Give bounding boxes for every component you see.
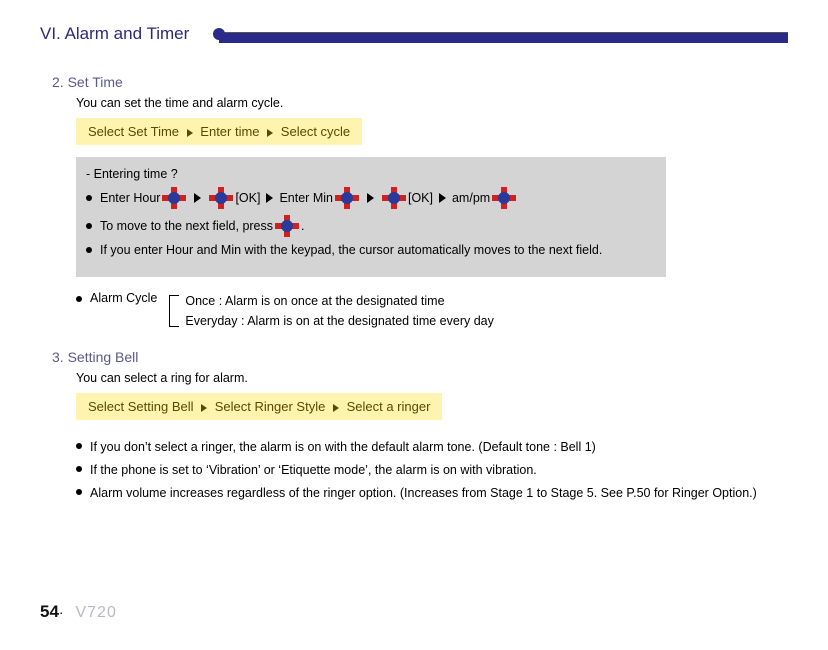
enter-sequence-row: Enter Hour [OK] Enter Min [OK] am/pm — [86, 187, 656, 209]
section-2-desc: You can set the time and alarm cycle. — [76, 96, 788, 110]
move-next-text-post: . — [301, 219, 304, 233]
bracket-icon — [169, 291, 181, 331]
alarm-cycle-label: Alarm Cycle — [90, 291, 157, 305]
section-3-desc: You can select a ring for alarm. — [76, 371, 788, 385]
path-step: Select Set Time — [88, 124, 179, 139]
bullet-icon — [76, 443, 82, 449]
cycle-everyday: Everyday : Alarm is on at the designated… — [185, 311, 494, 331]
chevron-right-icon — [187, 129, 193, 137]
move-next-text-pre: To move to the next field, press — [100, 219, 273, 233]
section-3-bullets: If you don’t select a ringer, the alarm … — [76, 438, 788, 502]
label-ampm: am/pm — [452, 191, 490, 205]
auto-move-row: If you enter Hour and Min with the keypa… — [86, 243, 656, 257]
header-rule — [219, 24, 788, 44]
label-ok: [OK] — [235, 191, 260, 205]
arrow-right-icon — [439, 193, 446, 203]
auto-move-text: If you enter Hour and Min with the keypa… — [100, 243, 602, 257]
path-step: Select Ringer Style — [215, 399, 326, 414]
chapter-title: VI. Alarm and Timer — [40, 24, 219, 44]
footer-separator: · — [59, 604, 64, 620]
bullet-text: If the phone is set to ‘Vibration’ or ‘E… — [90, 461, 788, 480]
label-enter-hour: Enter Hour — [100, 191, 160, 205]
bullet-row: If you don’t select a ringer, the alarm … — [76, 438, 788, 457]
bullet-text: If you don’t select a ringer, the alarm … — [90, 438, 788, 457]
chevron-right-icon — [267, 129, 273, 137]
cycle-once: Once : Alarm is on once at the designate… — [185, 291, 494, 311]
dpad-left-right-icon — [335, 187, 359, 209]
bullet-icon — [86, 223, 92, 229]
arrow-right-icon — [266, 193, 273, 203]
entering-time-box: - Entering time ? Enter Hour [OK] Enter … — [76, 157, 666, 277]
chapter-header: VI. Alarm and Timer — [40, 24, 788, 44]
arrow-right-icon — [194, 193, 201, 203]
bullet-text: Alarm volume increases regardless of the… — [90, 484, 788, 503]
bullet-row: If the phone is set to ‘Vibration’ or ‘E… — [76, 461, 788, 480]
bullet-icon — [86, 195, 92, 201]
bullet-icon — [86, 247, 92, 253]
page-footer: 54· V720 — [40, 602, 117, 622]
dpad-left-right-icon — [492, 187, 516, 209]
model-name: V720 — [75, 604, 116, 621]
section-2-path: Select Set Time Enter time Select cycle — [76, 118, 362, 145]
chevron-right-icon — [201, 404, 207, 412]
dpad-left-right-icon — [162, 187, 186, 209]
section-3-path: Select Setting Bell Select Ringer Style … — [76, 393, 442, 420]
section-2-title: 2. Set Time — [52, 74, 788, 90]
bullet-icon — [76, 466, 82, 472]
alarm-cycle-row: Alarm Cycle Once : Alarm is on once at t… — [76, 291, 788, 331]
alarm-cycle-options: Once : Alarm is on once at the designate… — [185, 291, 494, 331]
entering-time-question: - Entering time ? — [86, 167, 656, 181]
label-enter-min: Enter Min — [279, 191, 333, 205]
path-step: Enter time — [200, 124, 259, 139]
label-ok: [OK] — [408, 191, 433, 205]
path-step: Select cycle — [281, 124, 350, 139]
path-step: Select a ringer — [347, 399, 431, 414]
move-next-row: To move to the next field, press . — [86, 215, 656, 237]
dpad-center-icon — [209, 187, 233, 209]
bullet-icon — [76, 296, 82, 302]
bullet-icon — [76, 489, 82, 495]
dpad-center-icon — [275, 215, 299, 237]
bullet-row: Alarm volume increases regardless of the… — [76, 484, 788, 503]
arrow-right-icon — [367, 193, 374, 203]
section-3-title: 3. Setting Bell — [52, 349, 788, 365]
dpad-center-icon — [382, 187, 406, 209]
page-number: 54 — [40, 602, 59, 621]
chevron-right-icon — [333, 404, 339, 412]
path-step: Select Setting Bell — [88, 399, 194, 414]
